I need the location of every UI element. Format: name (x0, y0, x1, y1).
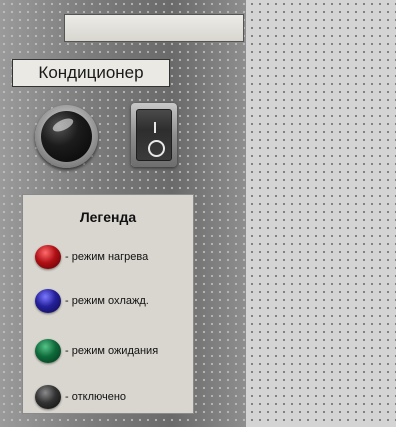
status-indicator-lamp (35, 105, 98, 168)
legend-item-cooling: - режим охлажд. (35, 289, 149, 313)
legend-label-cooling: - режим охлажд. (65, 295, 149, 307)
legend-item-standby: - режим ожидания (35, 339, 158, 363)
legend-item-off: - отключено (35, 385, 126, 409)
legend-label-standby: - режим ожидания (65, 345, 159, 357)
control-panel: Кондиционер Легенда - режим нагрева - ре… (0, 0, 246, 427)
blue-led-icon (35, 289, 61, 313)
power-switch[interactable] (131, 103, 177, 167)
top-field[interactable] (64, 14, 244, 42)
legend-label-off: - отключено (65, 391, 127, 403)
lamp-lens (41, 111, 92, 162)
power-off-icon (148, 140, 165, 157)
legend-panel: Легенда - режим нагрева - режим охлажд. … (22, 194, 194, 414)
legend-item-heating: - режим нагрева (35, 245, 148, 269)
legend-title: Легенда (79, 209, 137, 225)
black-led-icon (35, 385, 61, 409)
red-led-icon (35, 245, 61, 269)
green-led-icon (35, 339, 61, 363)
power-on-icon (154, 122, 156, 133)
power-switch-rocker[interactable] (136, 109, 172, 161)
aircon-title-label: Кондиционер (12, 59, 170, 87)
legend-label-heating: - режим нагрева (65, 251, 149, 263)
lamp-glare (50, 115, 76, 135)
